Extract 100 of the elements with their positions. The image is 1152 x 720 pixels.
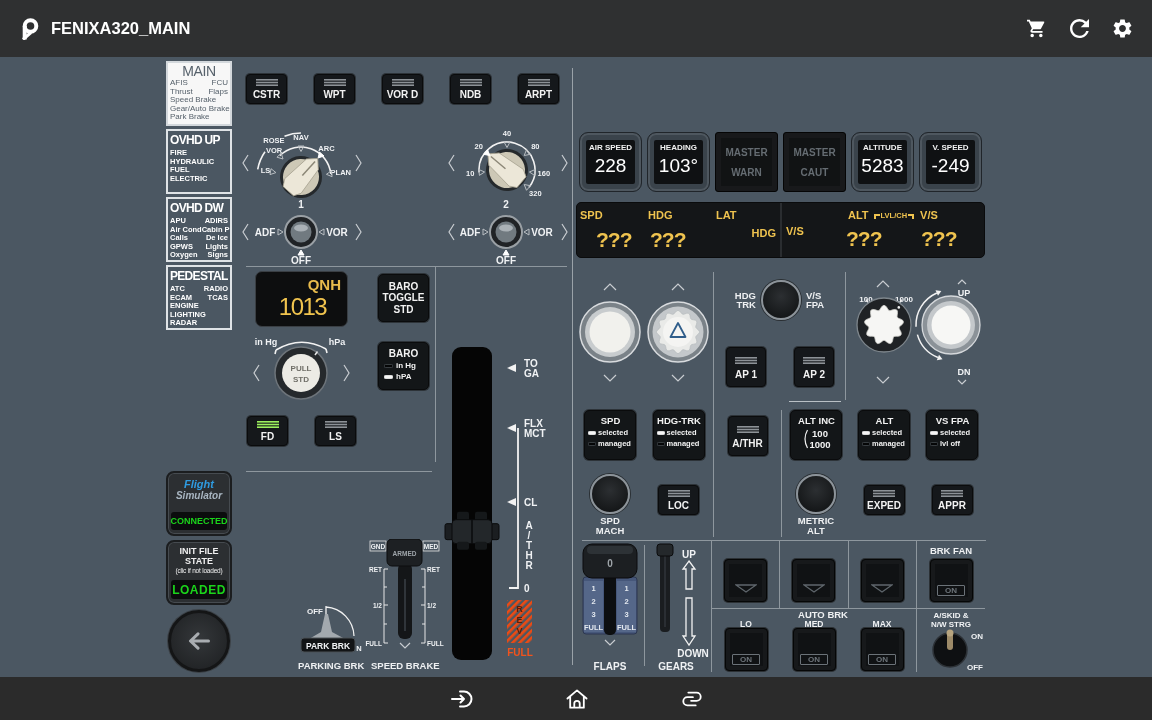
toggle-switch[interactable] <box>932 629 968 668</box>
back-button[interactable] <box>168 610 230 672</box>
switch-label: OFF <box>291 254 311 264</box>
selector-knob[interactable] <box>284 215 318 249</box>
chevron-right-icon[interactable] <box>561 154 568 172</box>
chevron-left-icon[interactable] <box>242 223 249 241</box>
autobrake-button[interactable]: ON <box>792 628 836 671</box>
button-label: MED <box>804 620 824 628</box>
efis-button[interactable]: WPT <box>314 74 355 104</box>
autothrust-button[interactable]: A/THR <box>727 416 768 456</box>
efis-button[interactable]: CSTR <box>246 74 287 104</box>
efis-button[interactable]: FD <box>247 416 288 446</box>
baro-unit-button[interactable]: BARO in Hg hPA <box>378 342 429 390</box>
chevron-up-icon[interactable] <box>603 283 617 291</box>
autopilot-button[interactable]: AP 1 <box>726 347 766 387</box>
panel-label: FLAPS <box>593 660 627 672</box>
rotary-knob[interactable] <box>856 297 912 353</box>
athr-label: A/THR <box>525 519 533 571</box>
detent-marker-icon <box>507 364 516 372</box>
annunciator-button[interactable]: MASTER WARN <box>715 132 778 192</box>
round-push-button[interactable] <box>760 280 801 320</box>
chevron-down-icon[interactable] <box>399 642 411 649</box>
settings-icon[interactable] <box>1113 19 1132 38</box>
selector-arc-icon <box>802 429 809 449</box>
chevron-left-icon[interactable] <box>448 223 455 241</box>
panel-label: SPEED BRAKE <box>371 660 440 671</box>
detent-marker-icon <box>507 498 516 506</box>
gear-lever[interactable] <box>656 543 674 632</box>
efis-button[interactable]: LS <box>315 416 356 446</box>
dial-label: UP <box>957 288 971 298</box>
cart-icon[interactable] <box>1027 19 1046 38</box>
chevron-up-icon[interactable] <box>957 279 967 285</box>
position-label: OFF <box>967 662 983 672</box>
round-push-button[interactable] <box>796 474 836 514</box>
autobrake-button[interactable]: ON <box>860 628 904 671</box>
efis-button[interactable]: ARPT <box>518 74 559 104</box>
display-value: ??? <box>596 229 633 253</box>
chevron-down-icon[interactable] <box>603 374 617 382</box>
refresh-icon[interactable] <box>1070 19 1089 38</box>
park-brake-handle[interactable]: PARK BRK <box>300 614 356 653</box>
chevron-left-icon[interactable] <box>242 154 249 172</box>
readout-value: 228 <box>594 154 627 178</box>
autopilot-button[interactable]: AP 2 <box>794 347 834 387</box>
readout-value: 103° <box>658 154 699 178</box>
selector-knob[interactable] <box>280 156 322 198</box>
dial-scale <box>325 605 355 637</box>
button-label: METRIC ALT <box>797 516 835 535</box>
selector-knob[interactable] <box>489 215 523 249</box>
dial-label: 1000 <box>895 294 913 304</box>
display-value: ??? <box>846 228 883 250</box>
chevron-down-icon[interactable] <box>671 374 685 382</box>
thrust-lever[interactable] <box>444 511 500 550</box>
chevron-left-icon[interactable] <box>253 364 260 382</box>
chevron-right-icon[interactable] <box>561 223 568 241</box>
chevron-down-icon[interactable] <box>604 639 616 646</box>
detent-marker-icon <box>507 424 516 432</box>
readout-label: ALTITUDE <box>863 143 902 153</box>
chevron-down-icon[interactable] <box>876 376 890 384</box>
chevron-up-icon[interactable] <box>671 283 685 291</box>
efis-button[interactable]: VOR D <box>382 74 423 104</box>
baro-knob[interactable]: PULL STD <box>274 346 328 400</box>
button-label: V/S FPA <box>805 290 825 310</box>
switch-label: A/SKID & N/W STRG <box>931 610 971 628</box>
loc-button[interactable]: LOC <box>658 485 699 515</box>
connection-status: CONNECTED <box>171 512 227 530</box>
baro-toggle-button[interactable]: BARO TOGGLE STD <box>378 274 429 322</box>
chevron-up-icon[interactable] <box>876 280 890 288</box>
autobrake-button[interactable]: ON <box>724 628 768 671</box>
curved-arrow-icon <box>915 290 942 328</box>
detent-label: TO GA <box>524 357 539 379</box>
position-label: ON <box>971 631 983 641</box>
chevron-down-icon[interactable] <box>957 379 967 385</box>
selector-knob[interactable] <box>486 149 528 191</box>
readout-label: AIR SPEED <box>588 143 633 153</box>
brake-fan-button[interactable]: ON <box>929 559 973 602</box>
display-label: LAT <box>716 209 738 223</box>
chevron-right-icon[interactable] <box>355 223 362 241</box>
display-label: ALT <box>848 209 869 222</box>
triangle-icon <box>669 322 687 338</box>
chevron-left-icon[interactable] <box>448 154 455 172</box>
logo-text: Flight Simulator <box>175 479 223 501</box>
home-icon[interactable] <box>565 688 588 709</box>
efis-button[interactable]: NDB <box>450 74 491 104</box>
up-arrow-icon <box>681 559 697 590</box>
push-button[interactable]: APPR <box>931 485 973 515</box>
round-push-button[interactable] <box>590 474 630 514</box>
display-value: ??? <box>921 228 957 250</box>
chevron-right-icon[interactable] <box>355 154 362 172</box>
dial-label: hPa <box>328 337 346 347</box>
annunciator-button[interactable]: MASTER CAUT <box>783 132 846 192</box>
dial-label: in Hg <box>254 337 278 347</box>
page-menu-button[interactable]: MAIN AFIS FCU Thrust Flaps Speed Brake Gear/Auto Brake Park Brake <box>166 61 232 126</box>
chevron-right-icon[interactable] <box>343 364 350 382</box>
alt-increment-button[interactable]: ALT INC 100 1000 <box>790 410 842 460</box>
push-button[interactable]: EXPED <box>863 485 905 515</box>
reverse-limit-label: FULL <box>507 646 533 658</box>
switch-label: VOR <box>531 226 553 238</box>
back-icon[interactable] <box>450 688 473 709</box>
position-label: UP <box>682 548 696 560</box>
switch-label: ADF <box>459 226 481 238</box>
